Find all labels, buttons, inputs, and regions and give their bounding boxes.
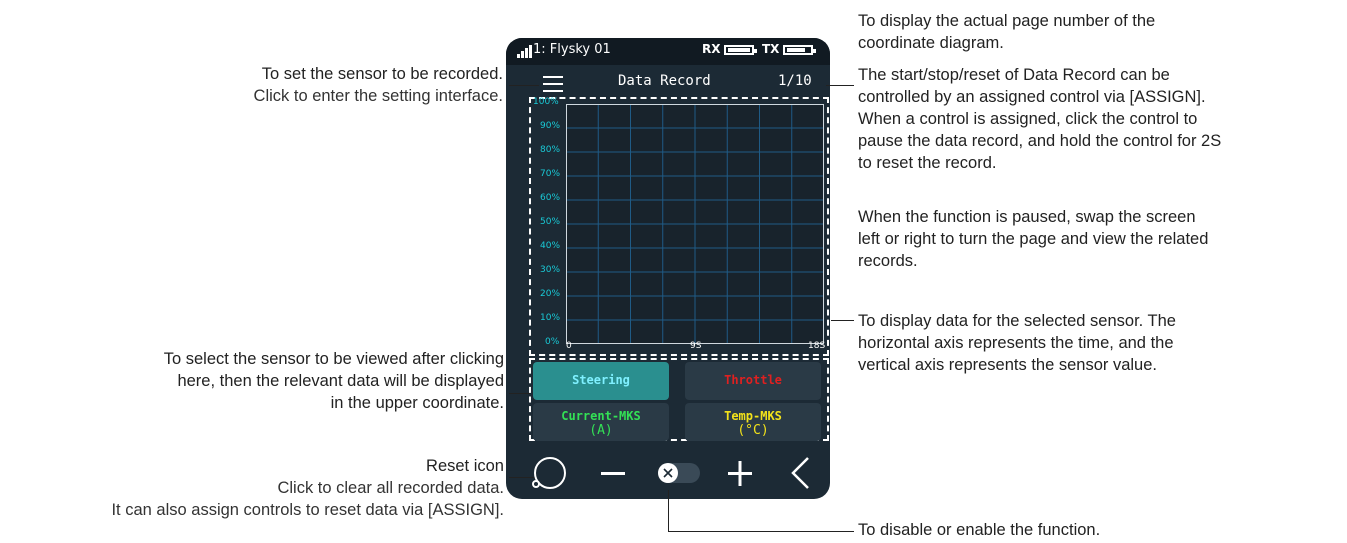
y-tick-label: 100% [533, 97, 559, 107]
tx-label: TX [762, 42, 780, 56]
sensor-label: Steering [572, 373, 630, 387]
leader-line [826, 85, 854, 86]
x-tick-label: 9S [690, 341, 702, 351]
page-indicator: 1/10 [778, 73, 812, 89]
sensor-unit: (°C) [737, 423, 769, 438]
y-tick-label: 20% [540, 289, 561, 299]
signal-icon [521, 51, 524, 58]
leader-line [509, 393, 530, 394]
reset-icon[interactable] [532, 457, 566, 489]
minus-icon[interactable] [601, 472, 625, 475]
sensor-unit: (A) [589, 423, 613, 438]
tx-battery-icon [783, 45, 816, 55]
rx-label: RX [702, 42, 721, 56]
y-tick-label: 50% [540, 217, 561, 227]
status-bar: 1: Flysky 01 RX TX [506, 38, 830, 65]
y-tick-label: 90% [540, 121, 561, 131]
menu-icon[interactable] [543, 76, 563, 92]
y-tick-label: 0% [545, 337, 560, 347]
sensor-button-current-mks[interactable]: Current-MKS (A) [533, 403, 669, 441]
annotation-sensor-setting: To set the sensor to be recorded. Click … [253, 65, 503, 105]
y-tick-label: 10% [540, 313, 561, 323]
leader-line [509, 477, 534, 478]
annotation-paused: When the function is paused, swap the sc… [858, 208, 1209, 270]
leader-line [668, 531, 854, 532]
y-tick-label: 30% [540, 265, 561, 275]
signal-icon [529, 45, 532, 58]
annotation-assign: The start/stop/reset of Data Record can … [858, 66, 1222, 172]
x-tick-label: 18S [808, 341, 826, 351]
screen-title: Data Record [618, 73, 711, 89]
leader-line [509, 85, 539, 86]
sensor-button-temp-mks[interactable]: Temp-MKS (°C) [685, 403, 821, 441]
annotation-page-number: To display the actual page number of the… [858, 12, 1156, 52]
sensor-label: Current-MKS [561, 409, 641, 423]
leader-line [831, 320, 854, 321]
sensor-button-steering[interactable]: Steering [533, 362, 669, 400]
sensor-label: Temp-MKS [724, 409, 782, 423]
annotation-display-data: To display data for the selected sensor.… [858, 312, 1176, 374]
x-tick-label: 0 [566, 341, 572, 351]
data-chart [566, 104, 824, 344]
annotation-select-sensor: To select the sensor to be viewed after … [163, 350, 504, 412]
plus-icon[interactable] [728, 461, 752, 486]
annotation-reset-icon: Reset icon Click to clear all recorded d… [111, 457, 504, 519]
sensor-label: Throttle [724, 373, 782, 387]
y-tick-label: 40% [540, 241, 561, 251]
y-tick-label: 70% [540, 169, 561, 179]
toggle-switch[interactable] [658, 463, 700, 483]
rx-battery-icon [724, 45, 757, 55]
y-tick-label: 80% [540, 145, 561, 155]
signal-icon [525, 48, 528, 58]
y-tick-label: 60% [540, 193, 561, 203]
annotation-toggle: To disable or enable the function. [858, 521, 1101, 539]
sensor-button-throttle[interactable]: Throttle [685, 362, 821, 400]
signal-icon [517, 54, 520, 58]
leader-line [668, 490, 669, 531]
model-name: 1: Flysky 01 [533, 42, 611, 57]
back-icon[interactable] [791, 457, 809, 489]
